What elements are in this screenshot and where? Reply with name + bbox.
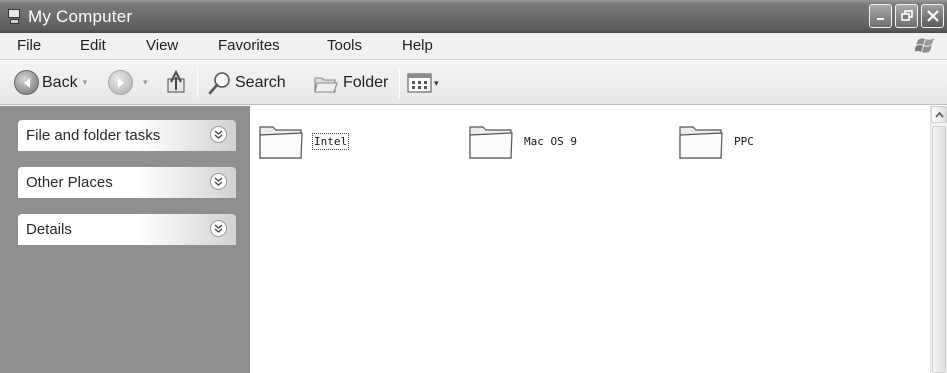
toolbar: Back ▾ ▾ Search Folder ▾ (0, 61, 947, 105)
chevron-up-icon (934, 111, 944, 118)
menu-favorites[interactable]: Favorites (218, 37, 280, 54)
folder-icon (469, 126, 513, 159)
search-button[interactable]: Search (207, 70, 286, 96)
back-dropdown-icon[interactable]: ▾ (83, 77, 88, 88)
search-icon (208, 72, 230, 95)
back-button[interactable]: Back ▾ (14, 70, 87, 95)
views-icon (407, 73, 432, 93)
menu-help[interactable]: Help (402, 37, 433, 54)
search-label: Search (235, 74, 286, 91)
chevron-down-icon[interactable] (210, 220, 227, 237)
close-icon (926, 10, 939, 22)
back-label: Back (42, 73, 78, 91)
title-bar[interactable]: My Computer (0, 0, 947, 33)
folders-label: Folder (343, 74, 389, 91)
vertical-scrollbar[interactable] (930, 106, 947, 373)
menu-file[interactable]: File (17, 37, 41, 54)
panel-details[interactable]: Details (18, 214, 236, 245)
close-button[interactable] (921, 4, 944, 28)
panel-title: Details (26, 221, 72, 238)
restore-icon (900, 10, 913, 21)
folder-view: Intel Mac OS 9 PPC (250, 106, 930, 373)
forward-dropdown-icon[interactable]: ▾ (143, 77, 148, 88)
toolbar-separator (197, 68, 198, 98)
window-title: My Computer (28, 6, 133, 26)
forward-arrow-icon (108, 70, 133, 95)
folder-item-intel[interactable]: Intel (258, 120, 350, 162)
menu-tools[interactable]: Tools (327, 37, 362, 54)
folder-icon (259, 126, 303, 159)
minimize-icon (876, 18, 884, 20)
chevron-down-icon[interactable] (210, 126, 227, 143)
scroll-thumb[interactable] (932, 126, 946, 373)
folder-label[interactable]: Mac OS 9 (524, 135, 577, 148)
my-computer-icon (7, 8, 23, 26)
scroll-up-button[interactable] (931, 106, 947, 123)
panel-title: File and folder tasks (26, 127, 161, 144)
panel-other-places[interactable]: Other Places (18, 167, 236, 198)
folder-icon (679, 126, 723, 159)
folders-icon (314, 77, 338, 93)
task-pane: File and folder tasks Other Places Detai… (0, 106, 250, 373)
folder-item-ppc[interactable]: PPC (678, 120, 754, 162)
folder-label[interactable]: PPC (734, 135, 754, 148)
up-folder-icon (167, 69, 185, 93)
folder-item-mac-os-9[interactable]: Mac OS 9 (468, 120, 577, 162)
windows-logo-icon (915, 38, 934, 53)
chevron-down-icon[interactable] (210, 173, 227, 190)
up-button[interactable] (165, 69, 189, 95)
panel-file-and-folder-tasks[interactable]: File and folder tasks (18, 120, 236, 151)
window-controls (869, 4, 944, 28)
menu-edit[interactable]: Edit (80, 37, 106, 54)
menu-bar: File Edit View Favorites Tools Help (0, 33, 947, 60)
folder-label[interactable]: Intel (311, 132, 350, 150)
toolbar-separator (399, 68, 400, 98)
views-dropdown-icon[interactable]: ▾ (434, 78, 439, 89)
folders-button[interactable]: Folder (313, 71, 388, 95)
menu-view[interactable]: View (146, 37, 178, 54)
panel-title: Other Places (26, 174, 113, 191)
forward-button[interactable]: ▾ (108, 70, 148, 95)
back-arrow-icon (14, 70, 39, 95)
views-button[interactable]: ▾ (407, 72, 439, 94)
minimize-button[interactable] (869, 4, 892, 28)
restore-button[interactable] (895, 4, 918, 28)
